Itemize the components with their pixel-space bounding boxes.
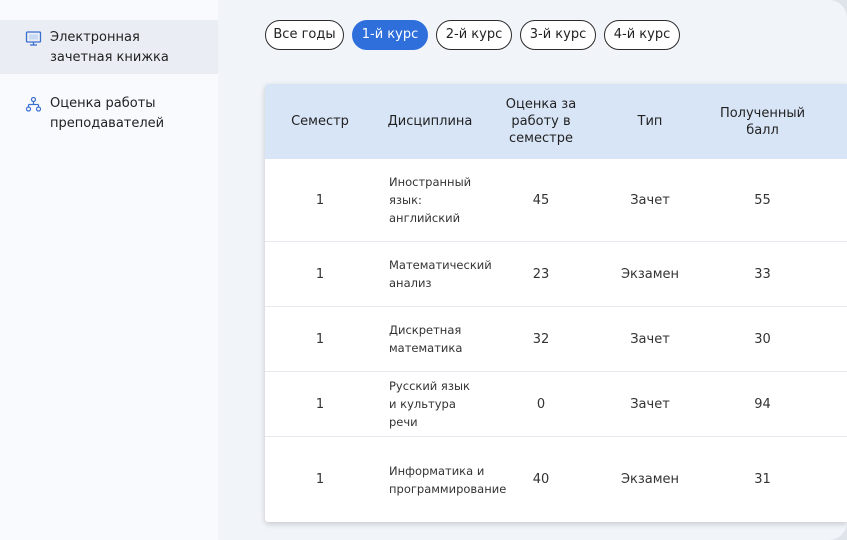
- column-header-points[interactable]: Полученный балл: [710, 84, 815, 159]
- cell-discipline: Дискретная математика: [389, 323, 463, 355]
- table-row[interactable]: 1 Русский язык и культура речи 0 Зачет 9…: [265, 372, 847, 437]
- table-row[interactable]: 1 Иностранный язык: английский 45 Зачет …: [265, 159, 847, 242]
- cell-semester-score: 45: [532, 192, 550, 208]
- cell-discipline: Информатика и программирование: [389, 463, 507, 496]
- cell-discipline: Математический анализ: [389, 258, 492, 290]
- sidebar-item-gradebook[interactable]: Электронная зачетная книжка: [0, 20, 218, 74]
- course-tabs: Все годы 1-й курс 2-й курс 3-й курс 4-й …: [265, 20, 688, 50]
- cell-discipline: Иностранный язык: английский: [389, 175, 472, 225]
- tab-course-3[interactable]: 3-й курс: [520, 20, 596, 50]
- table-row[interactable]: 1 Математический анализ 23 Экзамен 33: [265, 242, 847, 307]
- table-row[interactable]: 1 Информатика и программирование 40 Экза…: [265, 437, 847, 522]
- cell-semester-score: 0: [536, 396, 546, 412]
- cell-semester: 1: [315, 396, 325, 412]
- table-header: Семестр Дисциплина Оценка за работу в се…: [265, 84, 847, 159]
- table-row[interactable]: 1 Дискретная математика 32 Зачет 30: [265, 307, 847, 372]
- cell-type: Зачет: [630, 331, 670, 347]
- cell-points: 94: [754, 396, 771, 412]
- tab-course-1[interactable]: 1-й курс: [352, 20, 428, 50]
- cell-semester: 1: [315, 192, 325, 208]
- cell-points: 31: [754, 472, 771, 487]
- tab-course-4[interactable]: 4-й курс: [604, 20, 680, 50]
- sidebar-item-label: Электронная зачетная книжка: [50, 30, 169, 65]
- cell-type: Зачет: [630, 396, 670, 412]
- sidebar: Электронная зачетная книжка Оценка работ…: [0, 0, 218, 540]
- sidebar-item-teacher-rating[interactable]: Оценка работы преподавателей: [0, 86, 218, 140]
- cell-points: 30: [754, 331, 771, 347]
- tab-all-years[interactable]: Все годы: [265, 20, 344, 50]
- cell-semester: 1: [315, 331, 325, 347]
- cell-semester-score: 23: [532, 266, 550, 282]
- org-chart-icon: [25, 96, 42, 112]
- cell-type: Экзамен: [620, 472, 680, 487]
- cell-points: 33: [754, 266, 771, 282]
- cell-semester-score: 40: [532, 472, 550, 487]
- cell-discipline: Русский язык и культура речи: [389, 379, 470, 429]
- grades-table: Семестр Дисциплина Оценка за работу в се…: [265, 84, 847, 522]
- cell-semester: 1: [315, 472, 325, 487]
- monitor-icon: [25, 31, 42, 46]
- cell-type: Зачет: [630, 192, 670, 208]
- column-header-discipline[interactable]: Дисциплина: [375, 84, 485, 159]
- cell-type: Экзамен: [620, 266, 680, 282]
- cell-points: 55: [754, 192, 771, 208]
- app-window: Электронная зачетная книжка Оценка работ…: [0, 0, 847, 540]
- sidebar-item-label: Оценка работы преподавателей: [50, 96, 165, 131]
- column-header-semester[interactable]: Семестр: [265, 84, 375, 159]
- cell-semester: 1: [315, 266, 325, 282]
- cell-semester-score: 32: [532, 331, 550, 347]
- column-header-type[interactable]: Тип: [595, 84, 705, 159]
- column-header-semester-score[interactable]: Оценка за работу в семестре: [495, 84, 587, 159]
- tab-course-2[interactable]: 2-й курс: [436, 20, 512, 50]
